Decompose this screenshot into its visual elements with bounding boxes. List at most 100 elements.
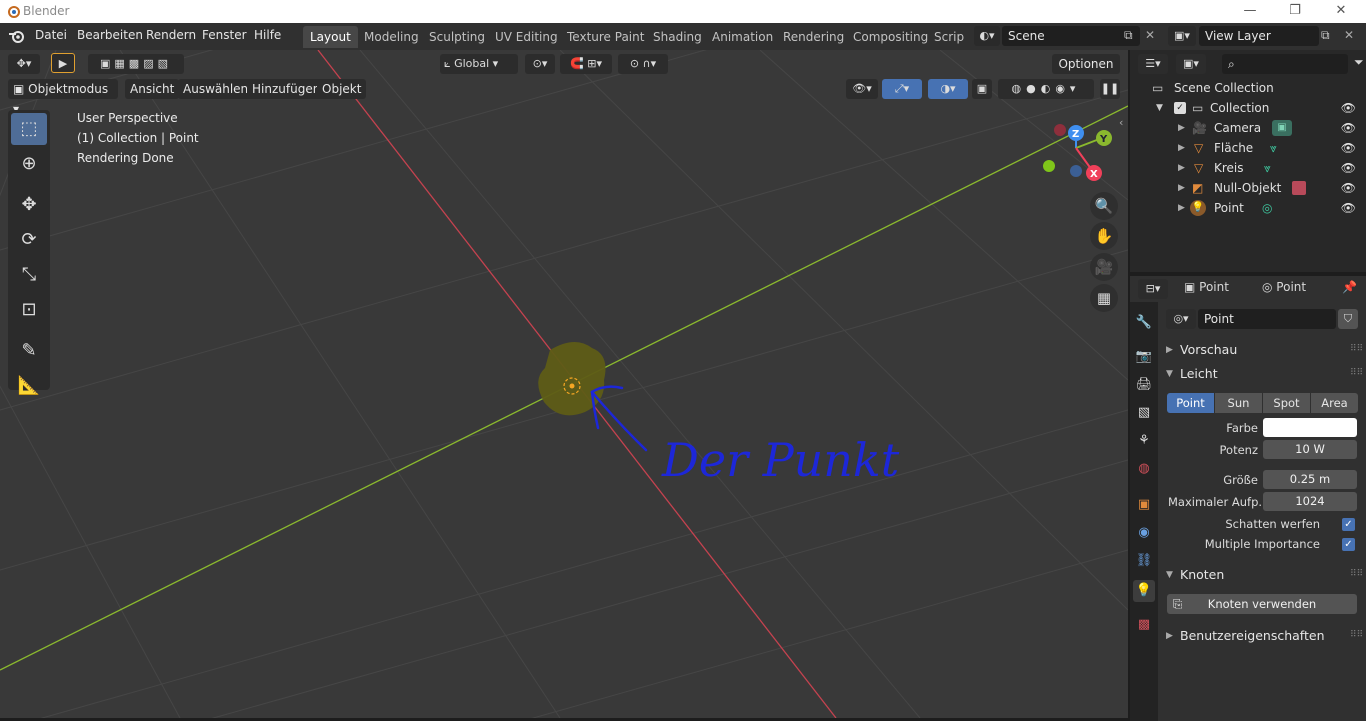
object-tab-icon[interactable]: ▣ (1133, 494, 1155, 516)
visibility-eye-icon[interactable]: 👁 (1341, 158, 1356, 178)
measure-tool[interactable]: 📐 (11, 370, 47, 402)
menu-select[interactable]: Auswählen (178, 79, 254, 99)
minimize-button[interactable]: — (1235, 2, 1265, 20)
select-box-tool[interactable]: ⬚ (11, 113, 47, 145)
filter-icon[interactable]: ⏷ (1354, 55, 1364, 70)
tab-layout[interactable]: Layout (303, 26, 358, 48)
tab-uv-editing[interactable]: UV Editing (488, 26, 565, 48)
tool-tab-icon[interactable]: 🔧 (1133, 312, 1155, 334)
image-data-icon[interactable] (1292, 181, 1306, 195)
tab-texture-paint[interactable]: Texture Paint (560, 26, 651, 48)
outliner-editor-type-icon[interactable]: ☰▾ (1138, 54, 1168, 74)
display-mode-icon[interactable]: ▣▾ (1176, 54, 1206, 74)
collapse-chevron-icon[interactable]: ▼ (1156, 98, 1163, 118)
light-datablock-name[interactable]: Point (1198, 309, 1336, 329)
sidebar-expand-chevron-icon[interactable]: ‹ (1119, 116, 1123, 129)
menu-object[interactable]: Objekt (317, 79, 367, 99)
color-swatch[interactable] (1263, 418, 1357, 437)
gizmo-neg-x-icon[interactable] (1054, 124, 1066, 136)
close-button[interactable]: ✕ (1326, 2, 1356, 20)
remove-view-layer-icon[interactable]: ✕ (1344, 28, 1354, 42)
view-layer-field[interactable]: View Layer (1199, 26, 1319, 46)
editor-type-icon[interactable]: ✥▾ (8, 54, 40, 74)
panel-grip-icon[interactable]: ⠿⠿ (1350, 344, 1363, 354)
outliner-row-flaeche[interactable]: ▶ ▽ Fläche ⩔ 👁 (1130, 138, 1366, 158)
annotate-tool[interactable]: ✎ (11, 335, 47, 367)
blender-menu-icon[interactable] (8, 28, 26, 44)
render-tab-icon[interactable]: 📷 (1133, 346, 1155, 368)
panel-grip-icon[interactable]: ⠿⠿ (1350, 368, 1363, 378)
new-view-layer-icon[interactable]: ⧉ (1321, 28, 1330, 43)
tab-scripting[interactable]: Scrip (927, 26, 971, 48)
size-field[interactable]: 0.25 m (1263, 470, 1357, 489)
tab-compositing[interactable]: Compositing (846, 26, 935, 48)
remove-scene-icon[interactable]: ✕ (1145, 28, 1155, 42)
proportional-edit-icon[interactable]: ⊙ ∩▾ (618, 54, 668, 74)
properties-editor-type-icon[interactable]: ⊟▾ (1138, 279, 1168, 299)
outliner-search-input[interactable]: ⌕ (1222, 54, 1348, 74)
preview-chevron-icon[interactable]: ▶ (1166, 345, 1173, 355)
new-scene-icon[interactable]: ⧉ (1124, 28, 1133, 43)
pan-hand-icon[interactable]: ✋ (1090, 222, 1118, 250)
tab-sculpting[interactable]: Sculpting (422, 26, 492, 48)
camera-data-icon[interactable]: ▣ (1272, 120, 1292, 136)
snapping-icon[interactable]: 🧲 ⊞▾ (560, 54, 612, 74)
output-tab-icon[interactable]: 🖨 (1133, 374, 1155, 396)
camera-view-icon[interactable]: 🎥 (1090, 253, 1118, 281)
light-type-sun[interactable]: Sun (1215, 393, 1262, 413)
cast-shadow-checkbox[interactable]: ✓ (1342, 518, 1355, 531)
light-type-area[interactable]: Area (1311, 393, 1358, 413)
scale-tool[interactable]: ⤡ (11, 259, 47, 291)
visibility-eye-icon[interactable]: 👁 (1341, 118, 1356, 138)
scene-name-field[interactable]: Scene (1002, 26, 1140, 46)
menu-help[interactable]: Hilfe (254, 28, 281, 42)
expand-chevron-icon[interactable]: ▶ (1178, 178, 1185, 198)
collection-checkbox-icon[interactable]: ✓ (1174, 102, 1186, 114)
light-panel-chevron-icon[interactable]: ▼ (1166, 369, 1173, 379)
xray-icon[interactable]: ▣ (972, 79, 992, 99)
fake-user-shield-icon[interactable]: ⛉ (1338, 309, 1358, 329)
outliner-row-point[interactable]: ▶ 💡 Point ◎ 👁 (1130, 198, 1366, 218)
view-layer-icon[interactable]: ▣▾ (1168, 26, 1196, 46)
select-tool-icon[interactable]: ▶ (51, 53, 75, 73)
custom-props-chevron-icon[interactable]: ▶ (1166, 631, 1173, 641)
light-data-icon[interactable]: ◎ (1262, 198, 1272, 218)
scene-tab-icon[interactable]: ⚘ (1133, 430, 1155, 452)
pin-icon[interactable]: 📌 (1342, 280, 1357, 294)
world-tab-icon[interactable]: ◍ (1133, 458, 1155, 480)
expand-chevron-icon[interactable]: ▶ (1178, 158, 1185, 178)
sidebar-toggle-icon[interactable]: ❚❚ (1100, 79, 1120, 99)
transform-tool[interactable]: ⊡ (11, 294, 47, 326)
menu-render[interactable]: Rendern (146, 28, 196, 42)
overlay-toggle-icon[interactable]: ◑▾ (928, 79, 968, 99)
menu-add[interactable]: Hinzufügen (247, 79, 326, 99)
tab-shading[interactable]: Shading (646, 26, 709, 48)
tab-animation[interactable]: Animation (705, 26, 780, 48)
mesh-data-icon[interactable]: ⩔ (1270, 138, 1277, 158)
light-datablock-icon[interactable]: ◎▾ (1166, 309, 1196, 329)
max-bounces-field[interactable]: 1024 (1263, 492, 1357, 511)
data-breadcrumb[interactable]: ◎ Point (1262, 280, 1306, 294)
ortho-toggle-icon[interactable]: ▦ (1090, 284, 1118, 312)
move-tool[interactable]: ✥ (11, 189, 47, 221)
multiple-importance-checkbox[interactable]: ✓ (1342, 538, 1355, 551)
panel-custom-properties-title[interactable]: Benutzereigenschaften (1180, 628, 1325, 643)
tab-rendering[interactable]: Rendering (776, 26, 851, 48)
visibility-eye-icon[interactable]: 👁 (1341, 178, 1356, 198)
light-type-point[interactable]: Point (1167, 393, 1214, 413)
expand-chevron-icon[interactable]: ▶ (1178, 118, 1185, 138)
panel-light-title[interactable]: Leicht (1180, 366, 1218, 381)
selection-mode-icons[interactable]: ▣▦▩▨▧ (88, 54, 184, 74)
navigation-gizmo[interactable]: Z Y X (1036, 118, 1116, 188)
object-breadcrumb[interactable]: ▣ Point (1184, 280, 1229, 294)
menu-window[interactable]: Fenster (202, 28, 247, 42)
transform-orientation[interactable]: ⟀ Global ▾ (440, 54, 518, 74)
outliner-row-camera[interactable]: ▶ 🎥 Camera ▣ 👁 (1130, 118, 1366, 138)
options-button[interactable]: Optionen (1052, 54, 1120, 74)
power-field[interactable]: 10 W (1263, 440, 1357, 459)
pivot-point-icon[interactable]: ⊙▾ (525, 54, 555, 74)
gizmo-toggle-icon[interactable]: ⤢▾ (882, 79, 922, 99)
constraints-tab-icon[interactable]: ⛓ (1133, 550, 1155, 572)
expand-chevron-icon[interactable]: ▶ (1178, 138, 1185, 158)
light-data-tab-icon[interactable]: 💡 (1133, 580, 1155, 602)
